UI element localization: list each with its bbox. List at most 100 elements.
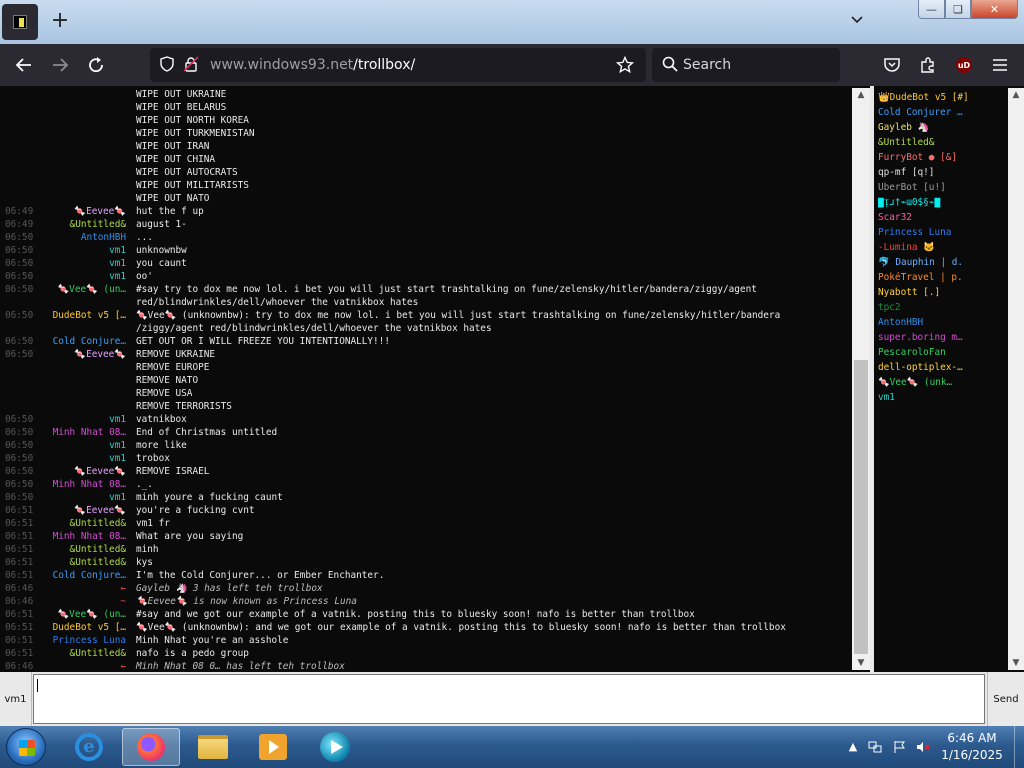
message-nickname[interactable]: &Untitled& <box>2 218 126 231</box>
message-nickname[interactable]: Minh Nhat 08… <box>2 478 126 491</box>
firefox-taskbar-button[interactable] <box>122 728 180 766</box>
message-nickname[interactable]: &Untitled& <box>2 556 126 569</box>
message-log[interactable]: WIPE OUT UKRAINE WIPE OUT BELARUS WIPE OUT… <box>2 88 852 670</box>
user-list-item[interactable]: PokéTravel | p. <box>878 270 1008 285</box>
message-text: unknownbw <box>136 245 187 256</box>
user-list-item[interactable]: UberBot [u!] <box>878 180 1008 195</box>
hamburger-menu-icon[interactable] <box>988 53 1012 77</box>
user-list-item[interactable]: AntonHBH <box>878 315 1008 330</box>
user-list-item[interactable]: &Untitled& <box>878 135 1008 150</box>
network-icon[interactable] <box>868 740 882 754</box>
message-nickname[interactable]: vm1 <box>2 257 126 270</box>
message-nickname[interactable]: Minh Nhat 08… <box>2 426 126 439</box>
user-list[interactable]: 👑DudeBot v5 [#] Cold Conjurer … Gayleb 🦄 &U… <box>874 88 1008 670</box>
tracking-protection-shield-icon[interactable] <box>158 56 176 74</box>
scroll-up-arrow-icon[interactable]: ▲ <box>852 88 870 102</box>
search-box[interactable]: Search <box>652 48 840 82</box>
url-text[interactable]: www.windows93.net/trollbox/ <box>210 57 415 73</box>
message-nickname[interactable]: &Untitled& <box>2 543 126 556</box>
message-nickname[interactable]: vm1 <box>2 452 126 465</box>
volume-muted-icon[interactable] <box>916 740 930 754</box>
back-arrow-icon[interactable] <box>10 52 38 78</box>
user-list-item[interactable]: FurryBot ● [&] <box>878 150 1008 165</box>
message-nickname[interactable]: vm1 <box>2 270 126 283</box>
message-text: WIPE OUT TURKMENISTAN <box>136 128 255 139</box>
address-bar[interactable]: www.windows93.net/trollbox/ <box>150 48 646 82</box>
nickname-button[interactable]: vm1 <box>0 672 32 726</box>
internet-explorer-taskbar-button[interactable]: e <box>60 728 118 766</box>
message-nickname[interactable]: DudeBot v5 [… <box>2 309 126 322</box>
close-window-button[interactable]: ✕ <box>971 0 1018 19</box>
ublock-origin-icon[interactable]: uD <box>956 57 972 73</box>
pocket-icon[interactable] <box>880 53 904 77</box>
user-list-item[interactable]: PescaroloFan <box>878 345 1008 360</box>
reload-icon[interactable] <box>82 52 110 78</box>
message-nickname[interactable]: ← <box>2 660 126 670</box>
message-nickname[interactable]: 🍬Eevee🍬 <box>2 205 126 218</box>
message-nickname[interactable]: ~ <box>2 595 126 608</box>
message-row: REMOVE NATO <box>2 374 852 387</box>
user-list-item[interactable]: dell-optiplex-… <box>878 360 1008 375</box>
new-tab-plus-icon[interactable]: + <box>48 10 72 34</box>
scroll-down-arrow-icon[interactable]: ▼ <box>852 656 870 670</box>
message-row: 06:51 &Untitled& minh <box>2 543 852 556</box>
extensions-puzzle-icon[interactable] <box>916 53 940 77</box>
message-nickname[interactable]: Princess Luna <box>2 634 126 647</box>
user-list-item[interactable]: Scar32 <box>878 210 1008 225</box>
show-hidden-icons-icon[interactable]: ▲ <box>846 740 860 754</box>
start-button[interactable] <box>6 728 46 766</box>
maximize-button[interactable]: ❏ <box>945 0 971 19</box>
message-nickname[interactable]: &Untitled& <box>2 647 126 660</box>
minimize-button[interactable]: — <box>918 0 945 19</box>
user-list-item[interactable]: Princess Luna <box>878 225 1008 240</box>
user-list-item[interactable]: 👑DudeBot v5 [#] <box>878 90 1008 105</box>
media-player-taskbar-button[interactable] <box>244 728 302 766</box>
message-scrollbar[interactable]: ▲ ▼ <box>852 88 870 670</box>
message-nickname[interactable]: Minh Nhat 08… <box>2 530 126 543</box>
media-center-taskbar-button[interactable] <box>306 728 364 766</box>
message-nickname[interactable]: vm1 <box>2 491 126 504</box>
user-list-item[interactable]: qp-mf [q!] <box>878 165 1008 180</box>
message-nickname[interactable]: vm1 <box>2 244 126 257</box>
message-nickname[interactable]: DudeBot v5 [… <box>2 621 126 634</box>
user-list-item[interactable]: Cold Conjurer … <box>878 105 1008 120</box>
user-list-item[interactable]: Nyabott [.] <box>878 285 1008 300</box>
show-desktop-button[interactable] <box>1014 726 1024 768</box>
user-list-item[interactable]: super.boring m… <box>878 330 1008 345</box>
message-nickname[interactable]: Cold Conjure… <box>2 335 126 348</box>
message-input[interactable] <box>33 674 985 724</box>
message-nickname[interactable]: 🍬Vee🍬 (un… <box>2 283 127 296</box>
user-scroll-up-arrow-icon[interactable]: ▲ <box>1008 88 1024 102</box>
message-nickname[interactable]: ← <box>2 582 126 595</box>
message-row: 06:50 AntonHBH... <box>2 231 852 244</box>
message-nickname[interactable]: AntonHBH <box>2 231 126 244</box>
user-list-item[interactable]: tpc2 <box>878 300 1008 315</box>
user-list-item[interactable]: -Lumina 🐱 <box>878 240 1008 255</box>
user-list-item[interactable]: ▇ᴉɹ†⌁ɯ0$§⌁▇ <box>878 195 1008 210</box>
system-clock[interactable]: 6:46 AM 1/16/2025 <box>930 730 1014 764</box>
trollbox-tab[interactable] <box>2 4 38 40</box>
message-nickname[interactable]: vm1 <box>2 439 126 452</box>
user-list-item[interactable]: 🐬 Dauphin | d. <box>878 255 1008 270</box>
user-list-item[interactable]: vm1 <box>878 390 1008 405</box>
forward-arrow-icon[interactable] <box>46 52 74 78</box>
action-center-flag-icon[interactable] <box>892 740 906 754</box>
message-row: 06:46 ← Gayleb 🦄 3 has left teh trollbox <box>2 582 852 595</box>
send-button[interactable]: Send <box>987 672 1024 726</box>
message-nickname[interactable]: vm1 <box>2 413 126 426</box>
message-nickname[interactable]: 🍬Eevee🍬 <box>2 504 126 517</box>
message-nickname[interactable]: &Untitled& <box>2 517 126 530</box>
explorer-taskbar-button[interactable] <box>184 728 242 766</box>
user-scroll-down-arrow-icon[interactable]: ▼ <box>1008 656 1024 670</box>
user-list-item[interactable]: Gayleb 🦄 <box>878 120 1008 135</box>
list-all-tabs-chevron-icon[interactable] <box>846 12 868 32</box>
insecure-lock-icon[interactable] <box>182 56 200 74</box>
message-nickname[interactable]: Cold Conjure… <box>2 569 126 582</box>
user-list-item[interactable]: 🍬Vee🍬 (unk… <box>878 375 1008 390</box>
message-nickname[interactable]: 🍬Vee🍬 (un… <box>2 608 127 621</box>
message-scrollbar-thumb[interactable] <box>854 360 868 654</box>
user-list-scrollbar[interactable]: ▲ ▼ <box>1008 88 1024 670</box>
message-nickname[interactable]: 🍬Eevee🍬 <box>2 348 126 361</box>
message-nickname[interactable]: 🍬Eevee🍬 <box>2 465 126 478</box>
bookmark-star-icon[interactable] <box>615 55 635 74</box>
